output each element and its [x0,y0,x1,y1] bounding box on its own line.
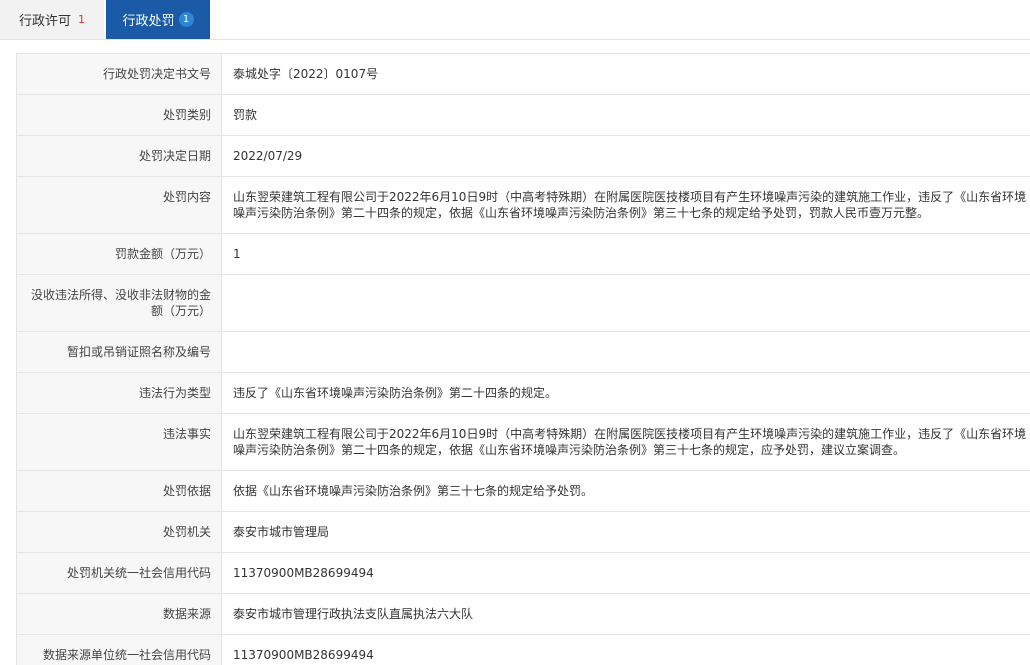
field-value: 泰安市城市管理行政执法支队直属执法六大队 [221,593,1030,635]
table-row: 处罚类别 罚款 [16,94,1030,136]
field-label: 处罚内容 [16,176,222,234]
table-row: 数据来源单位统一社会信用代码 11370900MB28699494 [16,634,1030,665]
penalty-detail-table: 行政处罚决定书文号 泰城处字〔2022〕0107号 处罚类别 罚款 处罚决定日期… [16,53,1030,665]
table-row: 数据来源 泰安市城市管理行政执法支队直属执法六大队 [16,593,1030,635]
field-value: 1 [221,233,1030,275]
table-row: 没收违法所得、没收非法财物的金额（万元） [16,274,1030,332]
table-row: 处罚内容 山东翌荣建筑工程有限公司于2022年6月10日9时（中高考特殊期）在附… [16,176,1030,234]
field-value: 依据《山东省环境噪声污染防治条例》第三十七条的规定给予处罚。 [221,470,1030,512]
table-row: 罚款金额（万元） 1 [16,233,1030,275]
field-label: 处罚依据 [16,470,222,512]
field-label: 处罚机关统一社会信用代码 [16,552,222,594]
field-label: 数据来源单位统一社会信用代码 [16,634,222,665]
field-value: 山东翌荣建筑工程有限公司于2022年6月10日9时（中高考特殊期）在附属医院医技… [221,413,1030,471]
field-label: 处罚机关 [16,511,222,553]
field-value: 11370900MB28699494 [221,634,1030,665]
tab-count-badge: 1 [78,13,85,26]
field-label: 罚款金额（万元） [16,233,222,275]
field-value: 山东翌荣建筑工程有限公司于2022年6月10日9时（中高考特殊期）在附属医院医技… [221,176,1030,234]
field-label: 数据来源 [16,593,222,635]
field-value: 11370900MB28699494 [221,552,1030,594]
field-label: 违法行为类型 [16,372,222,414]
field-value: 泰安市城市管理局 [221,511,1030,553]
tab-administrative-license[interactable]: 行政许可 1 [0,0,104,39]
table-row: 行政处罚决定书文号 泰城处字〔2022〕0107号 [16,53,1030,95]
field-label: 没收违法所得、没收非法财物的金额（万元） [16,274,222,332]
field-value: 罚款 [221,94,1030,136]
table-row: 处罚机关 泰安市城市管理局 [16,511,1030,553]
field-value: 泰城处字〔2022〕0107号 [221,53,1030,95]
field-label: 行政处罚决定书文号 [16,53,222,95]
field-label: 违法事实 [16,413,222,471]
field-label: 处罚类别 [16,94,222,136]
field-value [221,331,1030,373]
tab-label: 行政处罚 [122,14,175,29]
table-row: 违法行为类型 违反了《山东省环境噪声污染防治条例》第二十四条的规定。 [16,372,1030,414]
table-row: 违法事实 山东翌荣建筑工程有限公司于2022年6月10日9时（中高考特殊期）在附… [16,413,1030,471]
field-label: 暂扣或吊销证照名称及编号 [16,331,222,373]
table-row: 暂扣或吊销证照名称及编号 [16,331,1030,373]
table-row: 处罚机关统一社会信用代码 11370900MB28699494 [16,552,1030,594]
field-value [221,274,1030,332]
field-label: 处罚决定日期 [16,135,222,177]
field-value: 违反了《山东省环境噪声污染防治条例》第二十四条的规定。 [221,372,1030,414]
table-row: 处罚依据 依据《山东省环境噪声污染防治条例》第三十七条的规定给予处罚。 [16,470,1030,512]
table-row: 处罚决定日期 2022/07/29 [16,135,1030,177]
tab-label: 行政许可 [18,14,71,29]
tab-administrative-penalty[interactable]: 行政处罚 1 [106,0,210,39]
tab-count-badge: 1 [178,12,194,27]
tab-bar: 行政许可 1 行政处罚 1 [0,0,1030,40]
field-value: 2022/07/29 [221,135,1030,177]
